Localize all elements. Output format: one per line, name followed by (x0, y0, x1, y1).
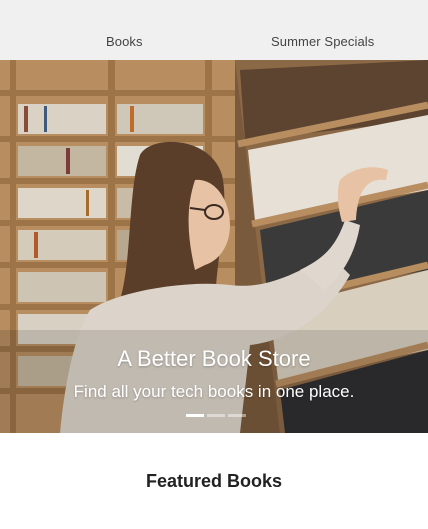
carousel-indicator-3[interactable] (228, 414, 246, 417)
carousel-indicator-2[interactable] (207, 414, 225, 417)
nav-link-summer-specials[interactable]: Summer Specials (271, 34, 374, 49)
hero-subtitle: Find all your tech books in one place. (73, 382, 355, 401)
hero-bookstore-image (0, 60, 428, 433)
carousel-indicator-1[interactable] (186, 414, 204, 417)
hero-carousel: A Better Book Store Find all your tech b… (0, 60, 428, 433)
carousel-indicators (186, 414, 246, 418)
top-navigation: Books Summer Specials (0, 0, 428, 60)
featured-books-heading: Featured Books (145, 471, 283, 491)
nav-link-books[interactable]: Books (106, 34, 143, 49)
hero-title: A Better Book Store (117, 346, 311, 371)
